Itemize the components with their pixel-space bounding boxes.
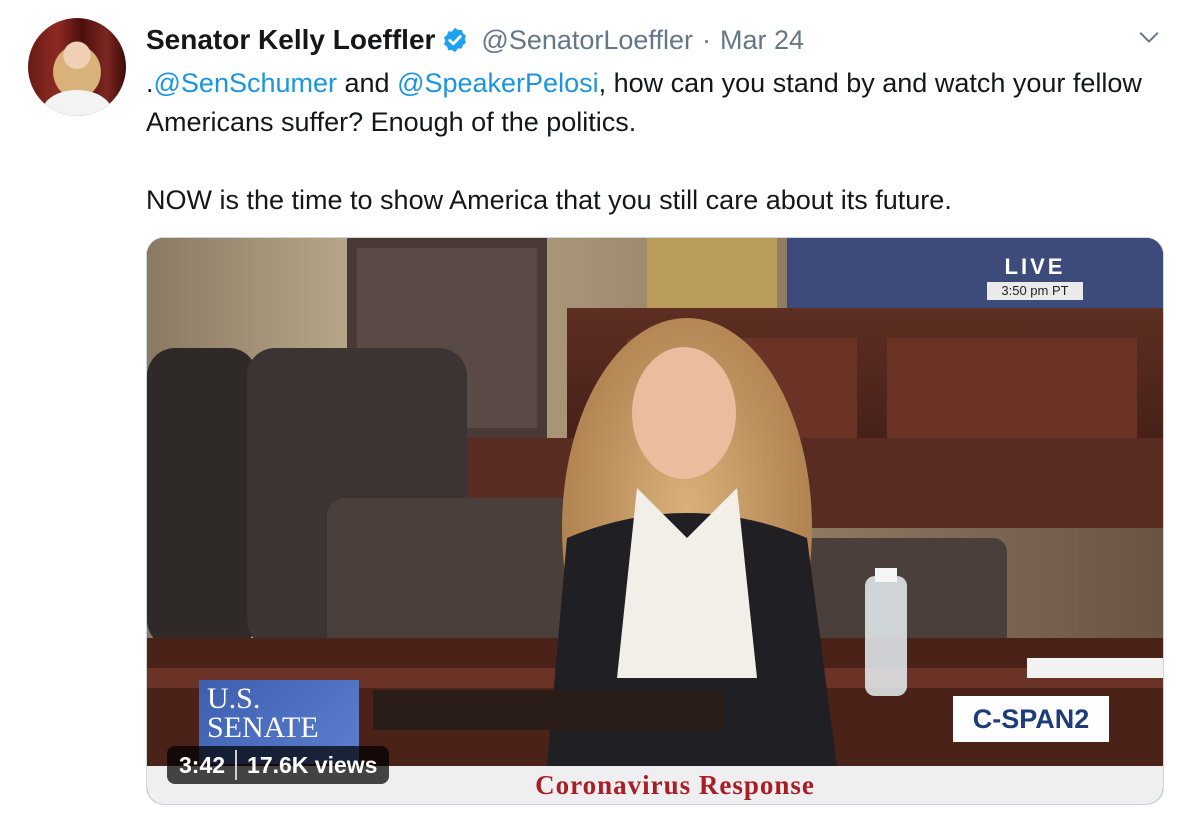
video-view-count: 17.6K views — [247, 751, 378, 778]
banner-text: Coronavirus Response — [535, 770, 815, 800]
header-separator: · — [701, 24, 711, 55]
author-name[interactable]: Senator Kelly Loeffler — [146, 24, 435, 56]
video-player[interactable]: LIVE 3:50 pm PT U.S. SENATE C-SPAN2 Coro… — [146, 237, 1164, 805]
text-prefix: . — [146, 68, 154, 98]
video-stats-badge: 3:42 17.6K views — [167, 746, 390, 784]
author-avatar[interactable] — [28, 18, 126, 116]
tweet-header: Senator Kelly Loeffler @SenatorLoeffler … — [146, 22, 804, 58]
verified-badge-icon — [444, 27, 467, 53]
video-duration: 3:42 — [179, 751, 226, 778]
live-time: 3:50 pm PT — [987, 282, 1083, 300]
senate-logo-line-1: U.S. — [207, 682, 261, 715]
text-connector: and — [337, 68, 398, 98]
live-label: LIVE — [1004, 254, 1066, 279]
video-frame: LIVE 3:50 pm PT U.S. SENATE C-SPAN2 — [147, 238, 1163, 766]
tweet-paragraph-2: NOW is the time to show America that you… — [146, 185, 952, 215]
cspan2-logo: C-SPAN2 — [953, 696, 1109, 742]
chevron-down-icon[interactable] — [1138, 26, 1160, 48]
author-handle[interactable]: @SenatorLoeffler — [481, 25, 693, 56]
tweet-paragraph-1: .@SenSchumer and @SpeakerPelosi, how can… — [146, 64, 1156, 142]
senate-logo-line-2: SENATE — [207, 711, 319, 744]
mention-senschumer[interactable]: @SenSchumer — [154, 68, 338, 98]
tweet-text: .@SenSchumer and @SpeakerPelosi, how can… — [146, 64, 1156, 220]
tweet-date[interactable]: Mar 24 — [720, 25, 804, 56]
mention-speakerpelosi[interactable]: @SpeakerPelosi — [397, 68, 599, 98]
avatar-shoulders — [42, 90, 112, 116]
